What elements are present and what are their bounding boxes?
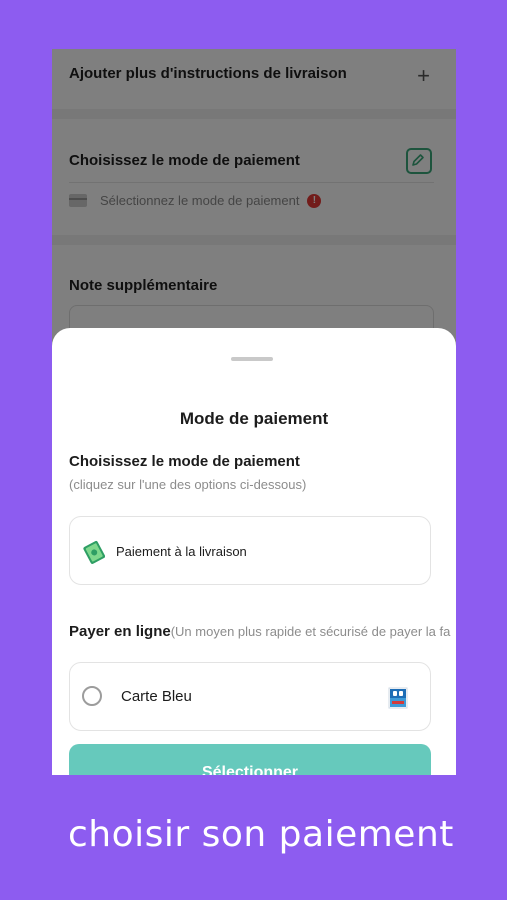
- cash-icon: [83, 541, 105, 564]
- cash-on-delivery-option[interactable]: Paiement à la livraison: [69, 516, 431, 585]
- promo-caption: choisir son paiement: [68, 814, 454, 855]
- card-option-label: Carte Bleu: [121, 688, 192, 705]
- online-payment-header: Payer en ligne(Un moyen plus rapide et s…: [69, 623, 450, 641]
- choose-subtitle: (cliquez sur l'une des options ci-dessou…: [69, 477, 307, 492]
- drag-handle[interactable]: [231, 357, 273, 361]
- sheet-title: Mode de paiement: [179, 409, 329, 428]
- online-title: Payer en ligne: [69, 623, 171, 640]
- carte-bleue-logo-icon: [388, 687, 408, 709]
- choose-title: Choisissez le mode de paiement: [69, 453, 300, 470]
- phone-screen: Ajouter plus d'instructions de livraison…: [52, 49, 456, 775]
- radio-button[interactable]: [82, 686, 102, 706]
- carte-bleu-option[interactable]: Carte Bleu: [69, 662, 431, 731]
- payment-bottom-sheet: Mode de paiement Choisissez le mode de p…: [52, 328, 456, 775]
- online-subtitle: (Un moyen plus rapide et sécurisé de pay…: [170, 624, 451, 639]
- select-button[interactable]: Sélectionner: [69, 744, 431, 775]
- cash-option-label: Paiement à la livraison: [116, 544, 247, 559]
